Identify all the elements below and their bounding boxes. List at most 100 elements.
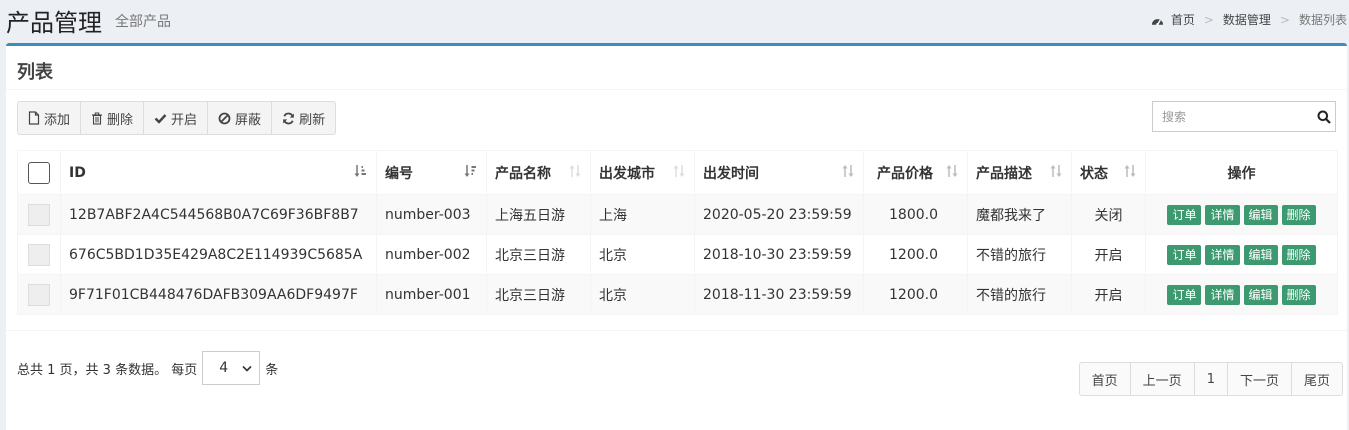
pager-info: 总共 1 页，共 3 条数据。 每页 4 条 xyxy=(17,351,278,385)
block-label: 屏蔽 xyxy=(235,112,262,128)
cell-time: 2020-05-20 23:59:59 xyxy=(694,194,864,235)
page-first[interactable]: 首页 xyxy=(1078,362,1131,396)
page-prev[interactable]: 上一页 xyxy=(1129,362,1195,396)
table-row: 9F71F01CB448476DAFB309AA6DF9497F number-… xyxy=(17,274,1338,315)
box-title: 列表 xyxy=(17,62,53,83)
cell-id: 676C5BD1D35E429A8C2E114939C5685A xyxy=(60,234,377,275)
product-table-wrap: ID 编号 产品名称 出发城市 出发时间 产品价格 产品描述 状态 操作 12B… xyxy=(17,150,1338,315)
delete-button[interactable]: 删除 xyxy=(80,101,145,135)
cell-city: 北京 xyxy=(590,234,695,275)
cell-actions: 订单 详情 编辑 删除 xyxy=(1145,274,1338,315)
cell-price: 1200.0 xyxy=(863,234,968,275)
check-icon xyxy=(154,113,167,124)
edit-button[interactable]: 编辑 xyxy=(1243,204,1278,225)
add-label: 添加 xyxy=(44,112,71,128)
table-row: 12B7ABF2A4C544568B0A7C69F36BF8B7 number-… xyxy=(17,194,1338,235)
ban-icon xyxy=(218,112,231,124)
col-header-desc[interactable]: 产品描述 xyxy=(967,150,1072,195)
cell-status: 关闭 xyxy=(1071,194,1146,235)
content-header: 产品管理 全部产品 首页 > 数据管理 > 数据列表 xyxy=(0,0,1349,44)
breadcrumb-data-management[interactable]: 数据管理 xyxy=(1223,11,1271,28)
page-next[interactable]: 下一页 xyxy=(1226,362,1292,396)
breadcrumb-separator: > xyxy=(1203,12,1214,27)
row-delete-button[interactable]: 删除 xyxy=(1281,284,1316,305)
details-button[interactable]: 详情 xyxy=(1205,204,1240,225)
col-header-status[interactable]: 状态 xyxy=(1071,150,1146,195)
enable-label: 开启 xyxy=(171,112,198,128)
sort-desc-icon xyxy=(464,165,476,177)
col-header-name[interactable]: 产品名称 xyxy=(486,150,591,195)
col-header-time[interactable]: 出发时间 xyxy=(694,150,864,195)
row-checkbox[interactable] xyxy=(28,283,50,306)
breadcrumb: 首页 > 数据管理 > 数据列表 xyxy=(1151,11,1347,28)
edit-button[interactable]: 编辑 xyxy=(1243,284,1278,305)
order-button[interactable]: 订单 xyxy=(1167,284,1202,305)
cell-number: number-003 xyxy=(376,194,487,235)
search-icon xyxy=(1317,110,1331,124)
search-button[interactable] xyxy=(1312,102,1335,131)
cell-number: number-001 xyxy=(376,274,487,315)
search-box xyxy=(1152,101,1336,132)
table-header-row: ID 编号 产品名称 出发城市 出发时间 产品价格 产品描述 状态 操作 xyxy=(17,150,1338,195)
select-all-checkbox[interactable] xyxy=(28,161,50,184)
details-button[interactable]: 详情 xyxy=(1205,244,1240,265)
row-select-cell xyxy=(17,194,61,235)
search-input[interactable] xyxy=(1153,102,1312,131)
row-checkbox[interactable] xyxy=(28,203,50,226)
pagination: 首页 上一页 1 下一页 尾页 xyxy=(1078,362,1343,396)
col-label: ID xyxy=(69,164,86,181)
chevron-down-icon xyxy=(242,365,252,372)
sort-both-icon xyxy=(1050,165,1062,177)
toolbar: 添加 删除 开启 屏蔽 刷新 xyxy=(17,101,337,135)
pager-summary: 总共 1 页，共 3 条数据。 每页 xyxy=(17,362,198,378)
dashboard-icon xyxy=(1151,18,1163,25)
product-list-box: 列表 添加 删除 开启 屏蔽 刷新 搜索 ID 编号 产品名称 出发城市 出发时… xyxy=(6,43,1347,430)
row-checkbox[interactable] xyxy=(28,243,50,266)
cell-status: 开启 xyxy=(1071,234,1146,275)
breadcrumb-home[interactable]: 首页 xyxy=(1171,11,1195,28)
col-label: 产品名称 xyxy=(495,165,551,182)
details-button[interactable]: 详情 xyxy=(1205,284,1240,305)
col-header-city[interactable]: 出发城市 xyxy=(590,150,695,195)
block-button[interactable]: 屏蔽 xyxy=(207,101,273,135)
delete-label: 删除 xyxy=(107,112,134,128)
col-header-number[interactable]: 编号 xyxy=(376,150,487,195)
page-number[interactable]: 1 xyxy=(1193,362,1228,396)
sort-both-icon xyxy=(946,165,958,177)
enable-button[interactable]: 开启 xyxy=(143,101,209,135)
row-delete-button[interactable]: 删除 xyxy=(1281,244,1316,265)
cell-time: 2018-11-30 23:59:59 xyxy=(694,274,864,315)
page-size-value: 4 xyxy=(219,360,229,376)
col-label: 操作 xyxy=(1227,165,1256,182)
product-table: ID 编号 产品名称 出发城市 出发时间 产品价格 产品描述 状态 操作 12B… xyxy=(17,150,1338,315)
cell-status: 开启 xyxy=(1071,274,1146,315)
table-row: 676C5BD1D35E429A8C2E114939C5685A number-… xyxy=(17,234,1338,275)
refresh-button[interactable]: 刷新 xyxy=(271,101,337,135)
page-subtitle: 全部产品 xyxy=(115,14,171,30)
edit-button[interactable]: 编辑 xyxy=(1243,244,1278,265)
order-button[interactable]: 订单 xyxy=(1167,204,1202,225)
page-last[interactable]: 尾页 xyxy=(1290,362,1343,396)
cell-desc: 不错的旅行 xyxy=(967,234,1072,275)
order-button[interactable]: 订单 xyxy=(1167,244,1202,265)
cell-city: 北京 xyxy=(590,274,695,315)
file-icon xyxy=(28,111,40,125)
col-header-price[interactable]: 产品价格 xyxy=(863,150,968,195)
col-header-id[interactable]: ID xyxy=(60,150,377,195)
row-select-cell xyxy=(17,274,61,315)
row-delete-button[interactable]: 删除 xyxy=(1281,204,1316,225)
col-label: 产品价格 xyxy=(877,165,933,182)
cell-actions: 订单 详情 编辑 删除 xyxy=(1145,194,1338,235)
breadcrumb-separator: > xyxy=(1279,12,1290,27)
add-button[interactable]: 添加 xyxy=(17,101,82,135)
page-size-select[interactable]: 4 xyxy=(202,351,261,385)
sort-both-icon xyxy=(1124,165,1136,177)
cell-price: 1200.0 xyxy=(863,274,968,315)
table-body: 12B7ABF2A4C544568B0A7C69F36BF8B7 number-… xyxy=(17,194,1338,315)
cell-time: 2018-10-30 23:59:59 xyxy=(694,234,864,275)
cell-desc: 魔都我来了 xyxy=(967,194,1072,235)
cell-actions: 订单 详情 编辑 删除 xyxy=(1145,234,1338,275)
col-header-actions: 操作 xyxy=(1145,150,1338,195)
sort-both-icon xyxy=(842,165,854,177)
cell-id: 12B7ABF2A4C544568B0A7C69F36BF8B7 xyxy=(60,194,377,235)
